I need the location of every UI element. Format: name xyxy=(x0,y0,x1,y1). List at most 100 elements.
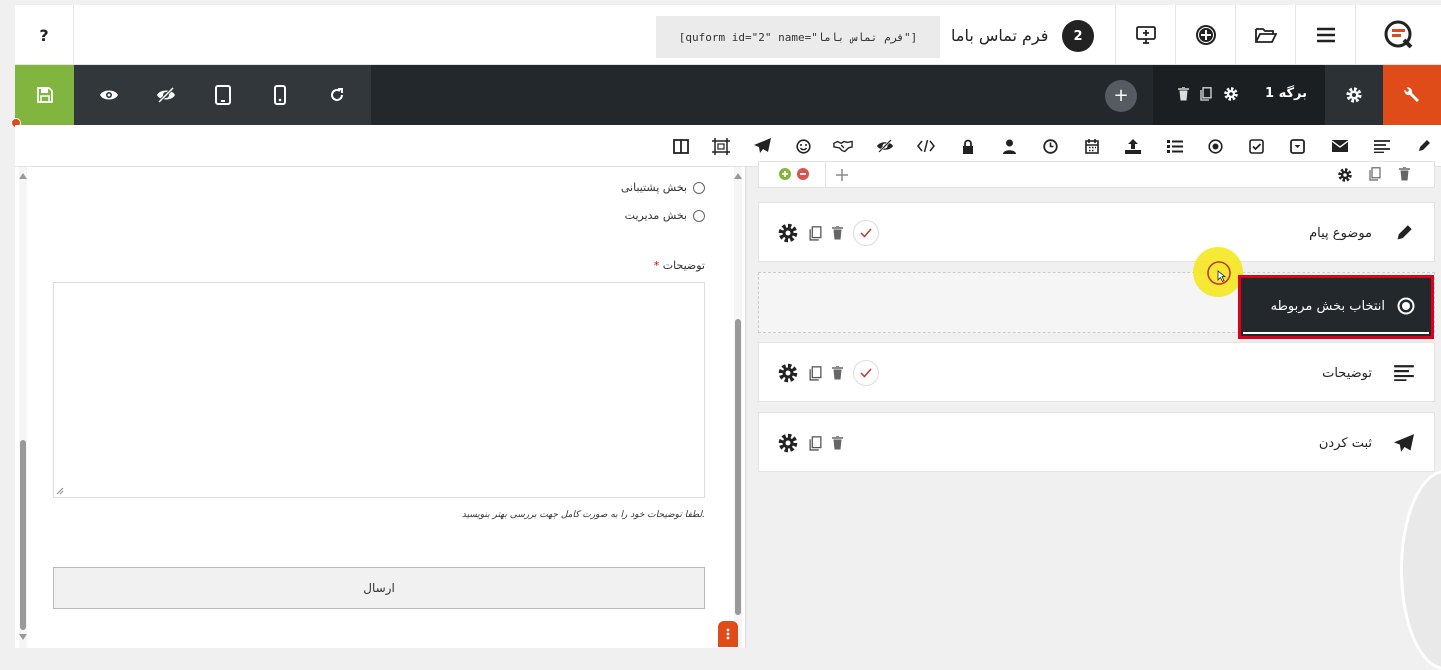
trash-icon[interactable] xyxy=(1178,87,1189,101)
field-label: ثبت کردن xyxy=(1318,435,1372,451)
copy-icon[interactable] xyxy=(809,365,822,381)
envelope-icon[interactable] xyxy=(1330,136,1350,156)
scroll-down-arrow-icon[interactable] xyxy=(19,634,27,640)
add-page-label: + xyxy=(1113,85,1129,106)
tools-button[interactable] xyxy=(1383,65,1441,125)
trash-icon[interactable] xyxy=(832,226,843,240)
refresh-icon[interactable] xyxy=(308,65,365,125)
move-icon[interactable] xyxy=(825,162,857,188)
radio-button[interactable] xyxy=(693,209,705,222)
tablet-icon[interactable] xyxy=(194,65,251,125)
more-options-button[interactable] xyxy=(718,621,738,647)
align-left-icon[interactable] xyxy=(1372,136,1392,156)
radio-option-management[interactable]: بخش مدیریت xyxy=(625,209,705,222)
copy-icon[interactable] xyxy=(809,225,822,241)
field-label: توضیحات xyxy=(1322,365,1372,381)
page-label: برگه 1 xyxy=(1265,86,1307,101)
preview-scrollbar-left[interactable] xyxy=(19,167,27,648)
preview-form-button[interactable] xyxy=(1115,5,1175,65)
caret-square-icon[interactable] xyxy=(1287,136,1307,156)
cursor-icon xyxy=(1207,261,1231,285)
radio-icon[interactable] xyxy=(1205,136,1225,156)
trash-icon[interactable] xyxy=(1399,167,1410,181)
resize-handle-icon[interactable] xyxy=(56,487,64,495)
trash-icon[interactable] xyxy=(832,436,843,450)
copy-icon[interactable] xyxy=(809,435,822,451)
scroll-thumb[interactable] xyxy=(735,319,741,615)
monitor-icon xyxy=(1135,26,1156,44)
eye-slash-icon[interactable] xyxy=(875,136,895,156)
description-label-text: توضیحات xyxy=(662,259,705,272)
pencil-icon[interactable] xyxy=(1414,136,1434,156)
plus-circle-icon[interactable] xyxy=(779,168,791,180)
form-id-text: 2 xyxy=(1073,28,1083,44)
paper-plane-icon[interactable] xyxy=(752,136,772,156)
eye-slash-icon[interactable] xyxy=(137,65,194,125)
check-icon xyxy=(860,228,872,238)
save-icon xyxy=(36,86,54,104)
required-toggle[interactable] xyxy=(853,360,879,386)
copy-icon[interactable] xyxy=(1200,87,1212,101)
handshake-icon[interactable] xyxy=(833,136,853,156)
user-icon[interactable] xyxy=(999,136,1019,156)
form-preview: بخش پشتیبانی بخش مدیریت * توضیحات لطفا ت… xyxy=(15,167,746,648)
form-id-badge: 2 xyxy=(1062,20,1094,52)
field-card-subject[interactable]: موضوع پیام xyxy=(758,202,1435,262)
shortcode-text: [quform id="2" name="فرم تماس باما"] xyxy=(678,30,918,44)
smile-icon[interactable] xyxy=(793,136,813,156)
builder-toolbar: + برگه 1 xyxy=(15,65,1441,125)
minus-circle-icon[interactable] xyxy=(797,168,809,180)
help-button[interactable]: ? xyxy=(15,5,74,65)
radio-button[interactable] xyxy=(693,181,705,194)
calendar-icon[interactable] xyxy=(1082,136,1102,156)
description-label: * توضیحات xyxy=(651,259,705,272)
gear-icon[interactable] xyxy=(777,362,799,384)
align-left-icon xyxy=(1392,361,1416,385)
eye-icon[interactable] xyxy=(80,65,137,125)
add-page-button[interactable]: + xyxy=(1105,80,1137,112)
clock-icon[interactable] xyxy=(1040,136,1060,156)
preview-scrollbar-right[interactable] xyxy=(734,167,742,648)
code-icon[interactable] xyxy=(916,136,936,156)
group-card-partial[interactable] xyxy=(758,161,1435,188)
gear-icon[interactable] xyxy=(777,222,799,244)
page-tab[interactable]: برگه 1 xyxy=(1153,65,1325,125)
gear-icon[interactable] xyxy=(777,432,799,454)
open-form-button[interactable] xyxy=(1235,5,1295,65)
pencil-icon xyxy=(1392,221,1416,245)
quform-logo[interactable] xyxy=(1355,5,1441,65)
check-square-icon[interactable] xyxy=(1246,136,1266,156)
preview-modes xyxy=(74,65,371,125)
shortcode-display[interactable]: [quform id="2" name="فرم تماس باما"] xyxy=(656,16,940,58)
scroll-up-arrow-icon[interactable] xyxy=(734,173,742,179)
mobile-icon[interactable] xyxy=(251,65,308,125)
gear-icon[interactable] xyxy=(1223,86,1239,102)
form-settings-button[interactable] xyxy=(1325,65,1383,125)
lock-icon[interactable] xyxy=(958,136,978,156)
submit-button[interactable]: ارسال xyxy=(53,567,705,609)
add-form-button[interactable] xyxy=(1175,5,1235,65)
field-card-submit[interactable]: ثبت کردن xyxy=(758,412,1435,472)
description-textarea[interactable] xyxy=(53,282,705,498)
columns-icon[interactable] xyxy=(671,136,691,156)
scroll-thumb[interactable] xyxy=(20,440,26,630)
wrench-icon xyxy=(1403,86,1421,104)
form-title: فرم تماس باما xyxy=(951,5,1048,65)
radio-option-support[interactable]: بخش پشتیبانی xyxy=(621,181,705,194)
list-icon[interactable] xyxy=(1165,136,1185,156)
scroll-up-arrow-icon[interactable] xyxy=(19,173,27,179)
radio-icon xyxy=(1397,297,1415,315)
field-actions xyxy=(777,431,843,455)
copy-icon[interactable] xyxy=(1369,167,1381,181)
menu-button[interactable] xyxy=(1295,5,1355,65)
save-button[interactable] xyxy=(15,65,74,125)
trash-icon[interactable] xyxy=(832,366,843,380)
crop-icon[interactable] xyxy=(711,136,731,156)
dragging-element-radio[interactable]: انتخاب بخش مربوطه xyxy=(1238,275,1434,339)
radio-option-label: بخش مدیریت xyxy=(624,209,687,222)
help-label: ? xyxy=(39,25,49,45)
gear-icon[interactable] xyxy=(1337,167,1353,183)
upload-icon[interactable] xyxy=(1123,136,1143,156)
field-card-description[interactable]: توضیحات xyxy=(758,342,1435,402)
required-toggle[interactable] xyxy=(853,220,879,246)
